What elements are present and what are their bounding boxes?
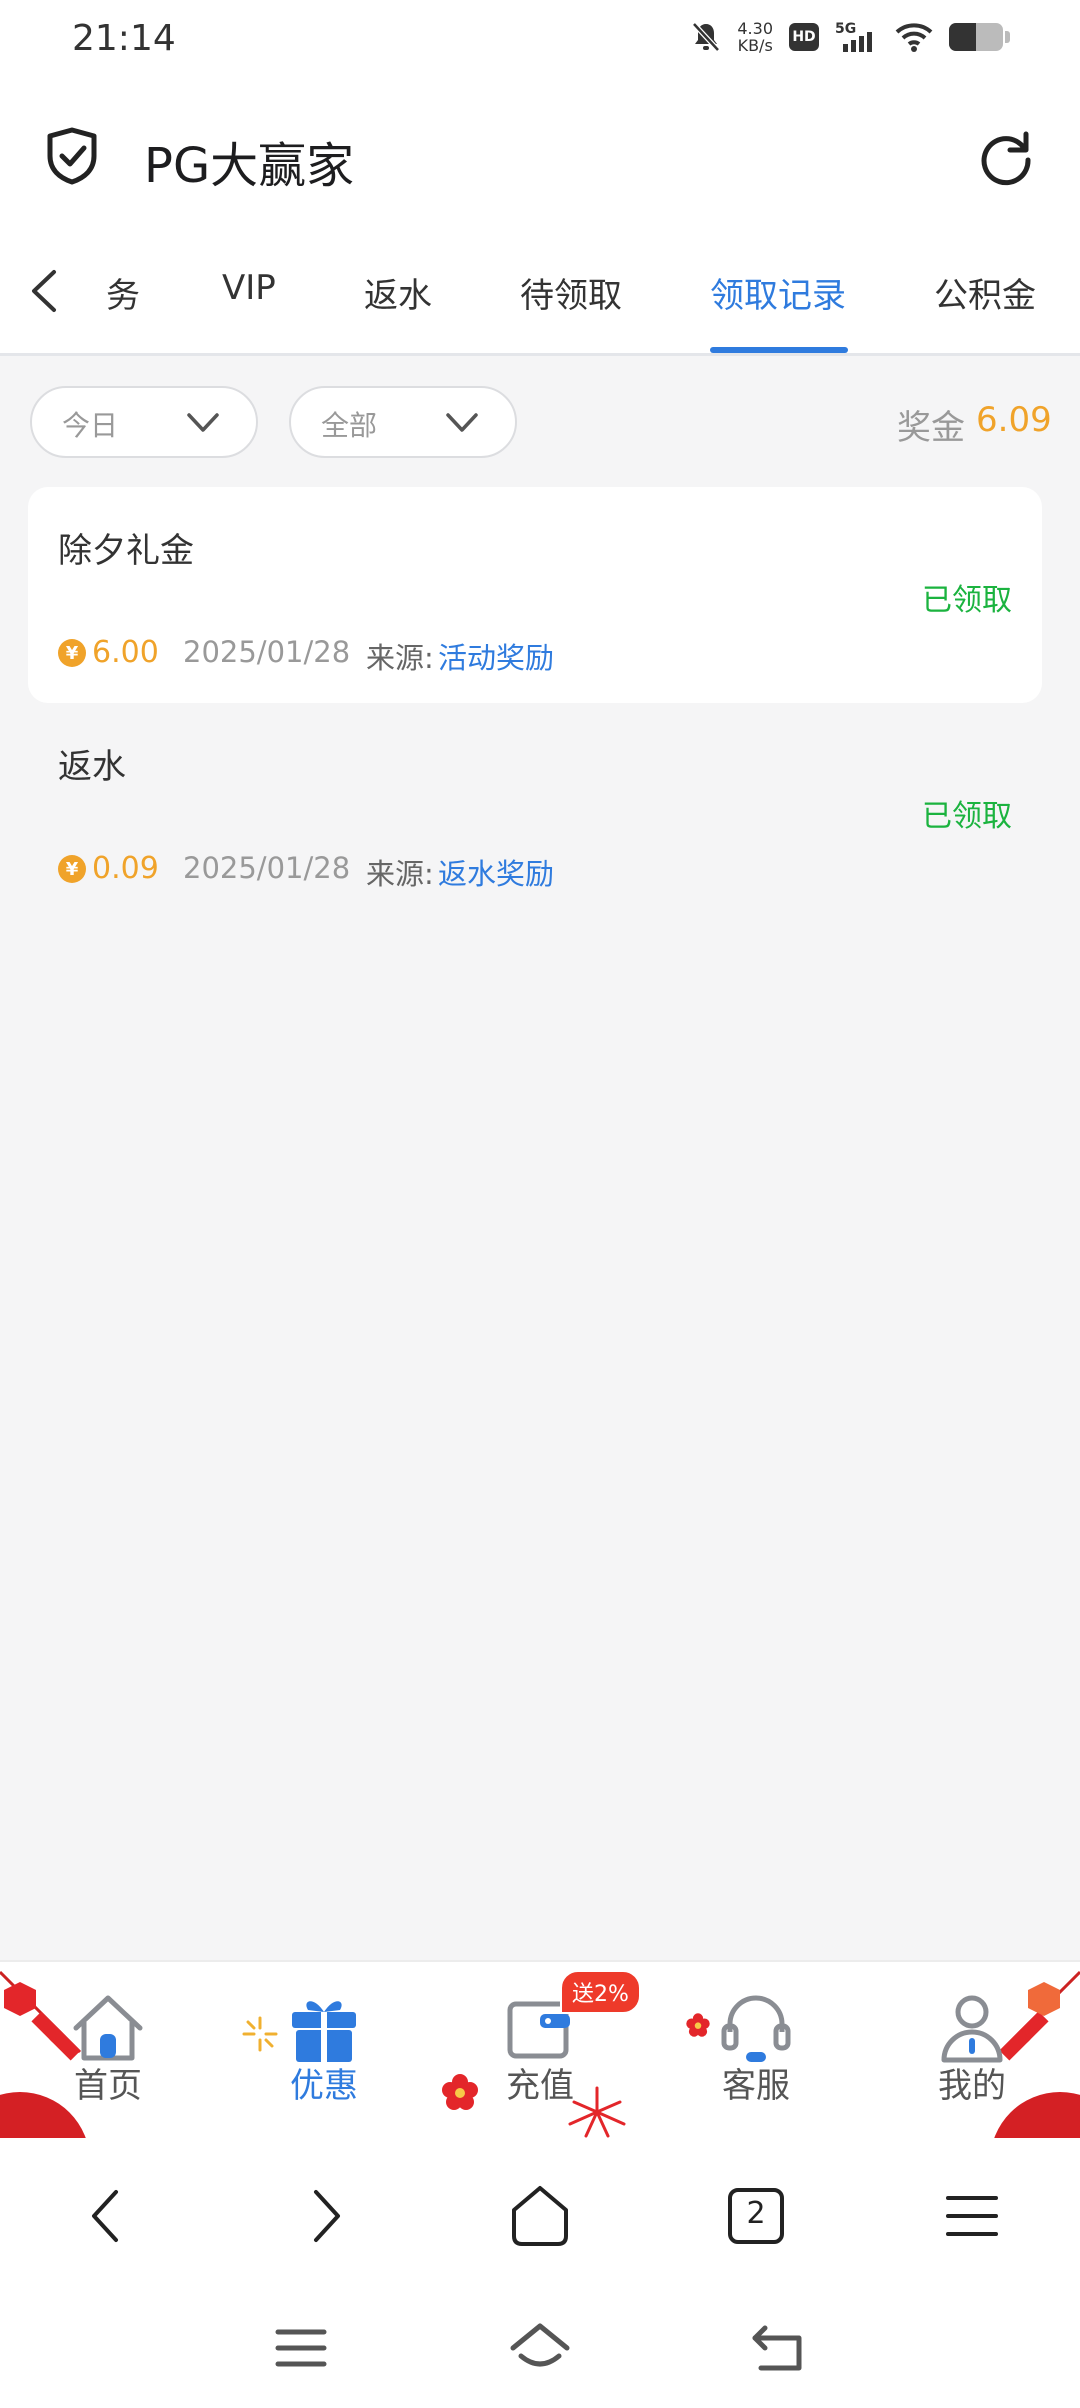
headset-icon bbox=[721, 1995, 791, 2062]
home-icon bbox=[73, 1995, 143, 2061]
back-icon[interactable] bbox=[68, 2176, 148, 2256]
record-amount: 0.09 bbox=[92, 851, 159, 886]
record-item[interactable]: 除夕礼金 已领取 ¥ 6.00 2025/01/28 来源: 活动奖励 bbox=[28, 487, 1042, 703]
nav-profile[interactable]: 我的 bbox=[864, 1962, 1080, 2138]
date-filter-value: 今日 bbox=[62, 409, 119, 442]
mute-bell-icon bbox=[692, 22, 721, 52]
wifi-icon bbox=[895, 23, 933, 52]
nav-customer-service-label: 客服 bbox=[722, 2066, 790, 2106]
speed-value: 4.30 bbox=[737, 19, 773, 38]
browser-toolbar: 2 bbox=[0, 2138, 1080, 2288]
hd-icon: HD bbox=[789, 23, 819, 51]
promo-badge: 送2% bbox=[560, 1970, 641, 2014]
nav-offers-label: 优惠 bbox=[290, 2066, 358, 2106]
nav-offers[interactable]: 优惠 bbox=[216, 1962, 432, 2138]
nav-profile-label: 我的 bbox=[938, 2066, 1006, 2106]
record-source-value: 返水奖励 bbox=[438, 857, 555, 891]
status-bar: 21:14 4.30 KB/s HD 5G bbox=[0, 0, 1080, 86]
app-header: PG大赢家 bbox=[0, 86, 1080, 226]
user-icon bbox=[941, 1995, 1003, 2063]
record-title: 除夕礼金 bbox=[58, 531, 194, 571]
svg-text:5G: 5G bbox=[835, 21, 856, 37]
type-filter-select[interactable]: 全部 bbox=[289, 386, 517, 458]
chevron-down-icon bbox=[446, 413, 478, 432]
network-speed: 4.30 KB/s bbox=[737, 20, 773, 54]
menu-icon[interactable] bbox=[932, 2176, 1012, 2256]
coin-icon: ¥ bbox=[58, 639, 86, 667]
tab-task[interactable]: 务 bbox=[106, 268, 140, 317]
refresh-icon[interactable] bbox=[976, 126, 1036, 186]
record-status: 已领取 bbox=[922, 799, 1012, 834]
tabs-button[interactable]: 2 bbox=[716, 2176, 796, 2256]
tab-provident-fund[interactable]: 公积金 bbox=[934, 268, 1036, 317]
signal-5g-icon: 5G bbox=[835, 21, 872, 52]
status-icons: 4.30 KB/s HD 5G bbox=[691, 20, 1010, 54]
nav-home[interactable]: 首页 bbox=[0, 1962, 216, 2138]
category-tabs: 务 VIP 返水 待领取 领取记录 公积金 bbox=[0, 226, 1080, 356]
battery-tip bbox=[1005, 31, 1010, 43]
tab-claim-records[interactable]: 领取记录 bbox=[710, 268, 846, 317]
tab-vip[interactable]: VIP bbox=[222, 268, 276, 308]
record-status: 已领取 bbox=[922, 583, 1012, 618]
nav-recharge-label: 充值 bbox=[506, 2066, 574, 2106]
record-source-label: 来源: bbox=[366, 857, 434, 891]
gift-icon bbox=[292, 2001, 356, 2062]
bonus-total-label: 奖金 bbox=[897, 408, 965, 448]
battery-icon bbox=[949, 23, 1003, 51]
forward-icon[interactable] bbox=[284, 2176, 364, 2256]
tab-rebate[interactable]: 返水 bbox=[364, 268, 432, 317]
page-title: PG大赢家 bbox=[144, 138, 355, 194]
chevron-left-icon[interactable] bbox=[24, 266, 64, 316]
nav-home-label: 首页 bbox=[74, 2066, 142, 2106]
system-back-icon[interactable] bbox=[745, 2318, 815, 2378]
tab-count: 2 bbox=[746, 2196, 766, 2231]
record-amount: 6.00 bbox=[92, 635, 159, 670]
record-item[interactable]: 返水 已领取 ¥ 0.09 2025/01/28 来源: 返水奖励 bbox=[28, 703, 1042, 919]
bonus-total-value: 6.09 bbox=[976, 400, 1052, 440]
record-date: 2025/01/28 bbox=[183, 635, 351, 669]
record-date: 2025/01/28 bbox=[183, 851, 351, 885]
shield-check-icon[interactable] bbox=[44, 126, 100, 186]
coin-icon: ¥ bbox=[58, 855, 86, 883]
system-nav-bar bbox=[0, 2288, 1080, 2408]
record-title: 返水 bbox=[58, 747, 126, 787]
home-icon[interactable] bbox=[500, 2176, 580, 2256]
record-source-label: 来源: bbox=[366, 641, 434, 675]
record-source-value: 活动奖励 bbox=[438, 641, 555, 675]
system-home-icon[interactable] bbox=[505, 2318, 575, 2378]
speed-unit: KB/s bbox=[737, 36, 773, 55]
active-tab-indicator bbox=[710, 347, 848, 353]
date-filter-select[interactable]: 今日 bbox=[30, 386, 258, 458]
bottom-nav: 首页 优惠 充值 送2% 客服 我的 bbox=[0, 1960, 1080, 2138]
recent-apps-icon[interactable] bbox=[266, 2318, 336, 2378]
tab-pending[interactable]: 待领取 bbox=[520, 268, 622, 317]
clock: 21:14 bbox=[72, 18, 176, 59]
nav-customer-service[interactable]: 客服 bbox=[648, 1962, 864, 2138]
chevron-down-icon bbox=[187, 413, 219, 432]
type-filter-value: 全部 bbox=[321, 409, 378, 442]
